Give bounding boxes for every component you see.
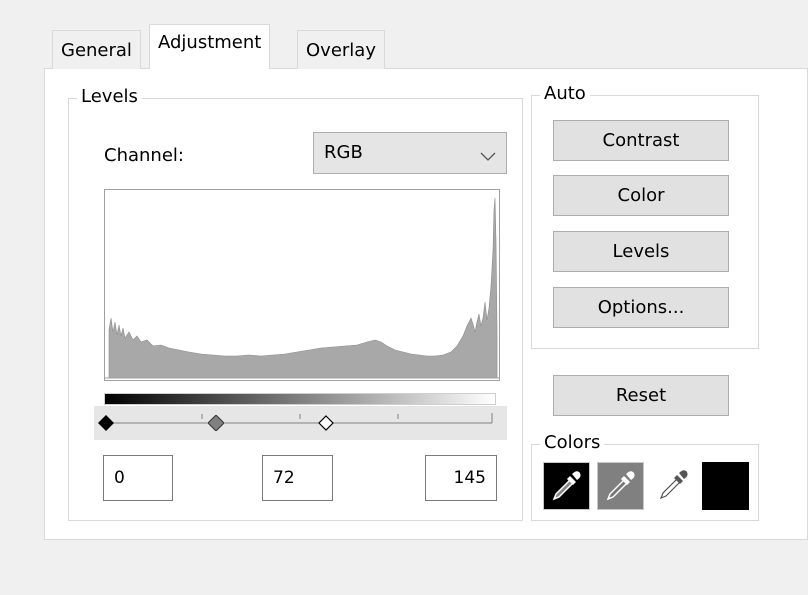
eyedropper-icon (606, 471, 635, 501)
color-button[interactable]: Color (553, 175, 729, 216)
white-point-handle[interactable] (318, 415, 334, 431)
channel-select-value: RGB (324, 142, 363, 163)
reset-button-label: Reset (615, 385, 667, 406)
gray-level-input[interactable]: 72 (262, 455, 333, 501)
contrast-button[interactable]: Contrast (553, 120, 729, 161)
chevron-down-icon (480, 146, 496, 167)
contrast-button-label: Contrast (602, 130, 680, 151)
levels-button[interactable]: Levels (553, 231, 729, 272)
gray-level-value: 72 (273, 468, 295, 488)
histogram-graph (105, 197, 499, 379)
levels-group-title: Levels (77, 85, 142, 109)
gray-point-handle[interactable] (208, 415, 224, 431)
gradient-bar (104, 393, 496, 405)
tab-adjustment[interactable]: Adjustment (149, 24, 271, 69)
white-level-input[interactable]: 145 (425, 455, 497, 501)
tab-adjustment-label: Adjustment (158, 32, 262, 53)
tab-general-label: General (61, 40, 132, 61)
white-eyedropper-button[interactable] (651, 462, 698, 510)
black-level-value: 0 (114, 468, 125, 488)
options-button[interactable]: Options... (553, 287, 729, 328)
white-level-value: 145 (453, 468, 486, 488)
levels-slider[interactable] (94, 406, 507, 440)
tab-overlay-label: Overlay (306, 40, 376, 61)
eyedropper-icon (659, 470, 688, 500)
options-button-label: Options... (597, 297, 685, 318)
channel-label: Channel: (104, 145, 184, 166)
levels-button-label: Levels (612, 241, 670, 262)
gray-eyedropper-button[interactable] (597, 462, 644, 510)
tab-overlay[interactable]: Overlay (297, 30, 385, 69)
eyedropper-icon (552, 471, 581, 501)
levels-slider-track (106, 413, 493, 424)
color-button-label: Color (617, 185, 665, 206)
black-point-handle[interactable] (98, 415, 114, 431)
black-eyedropper-button[interactable] (543, 462, 590, 510)
colors-group-title: Colors (540, 431, 605, 455)
histogram (104, 189, 500, 381)
black-level-input[interactable]: 0 (103, 455, 173, 501)
auto-group-title: Auto (540, 82, 590, 106)
tab-general[interactable]: General (52, 30, 141, 69)
color-swatch[interactable] (702, 462, 749, 510)
channel-select[interactable]: RGB (313, 132, 507, 174)
reset-button[interactable]: Reset (553, 375, 729, 416)
